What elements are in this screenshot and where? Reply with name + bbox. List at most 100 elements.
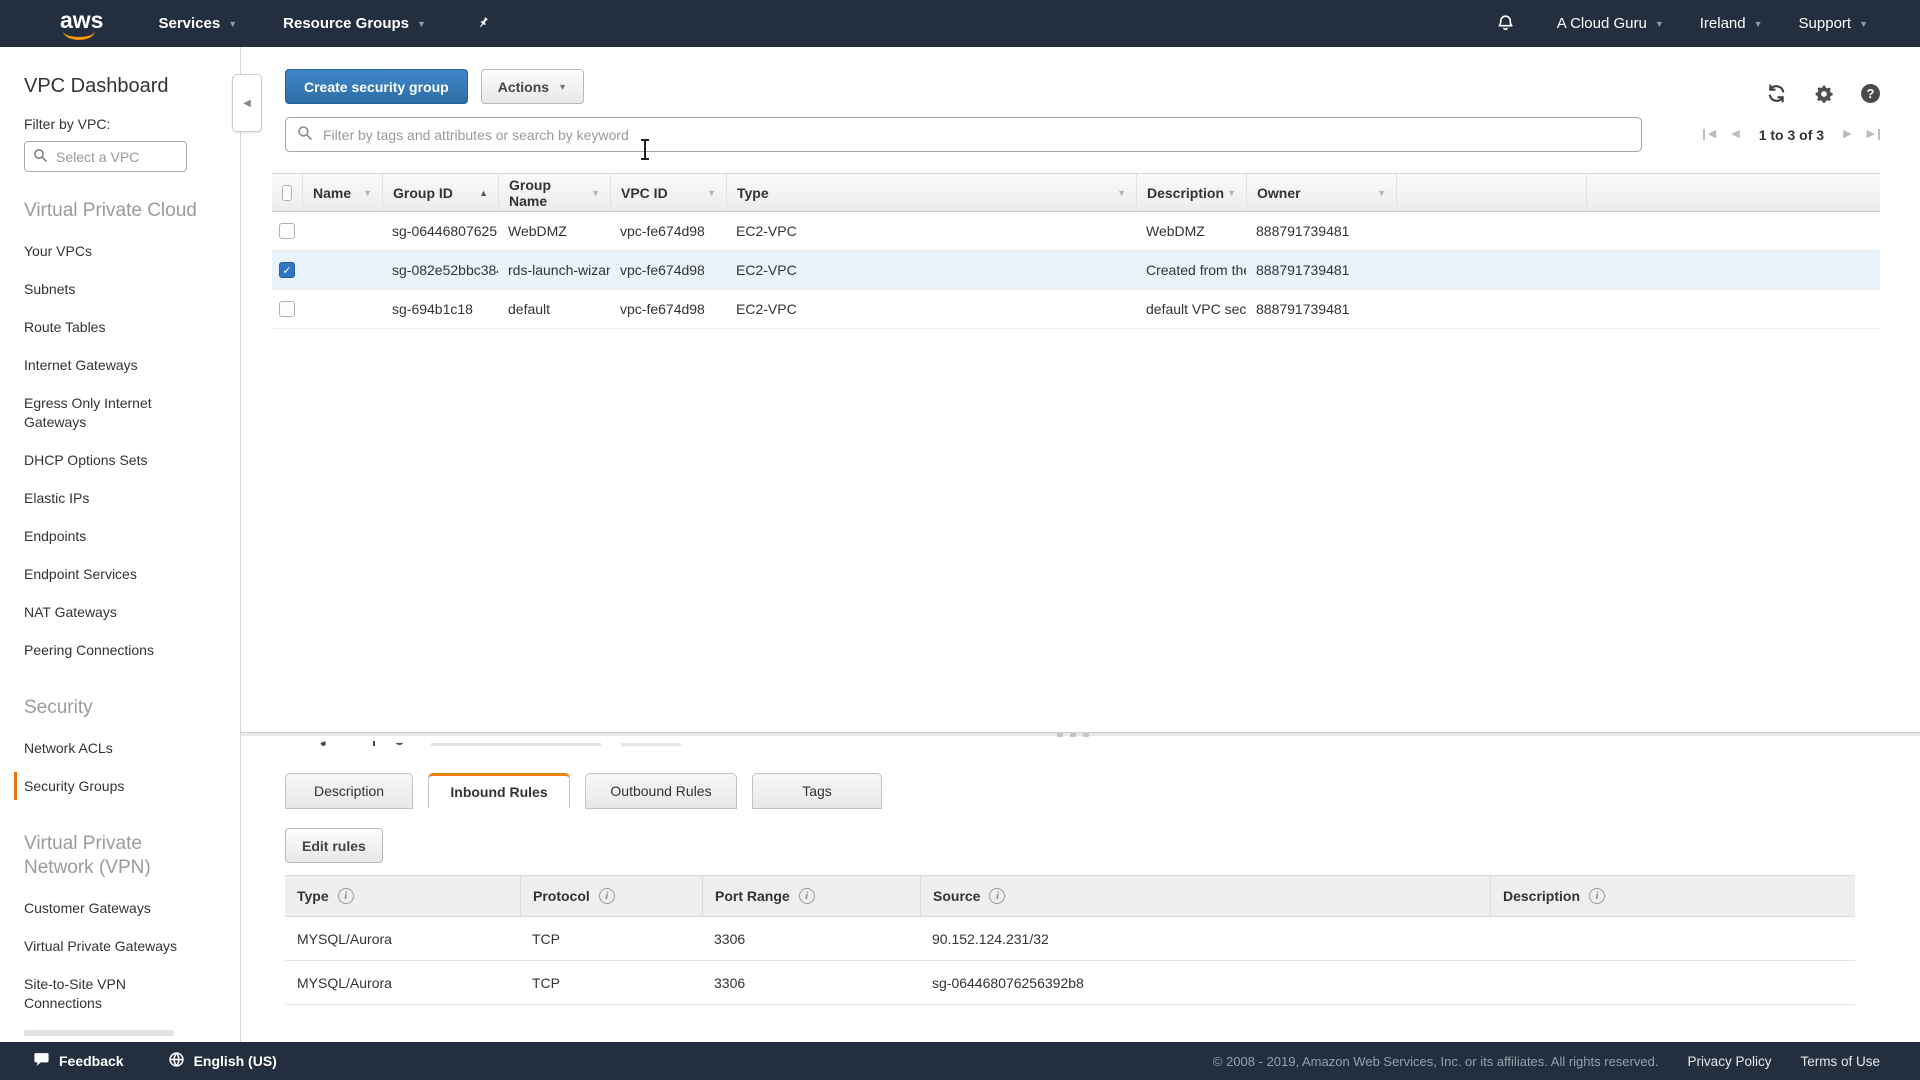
nav-resource-groups[interactable]: Resource Groups▼ — [283, 15, 426, 32]
tab-tags[interactable]: Tags — [752, 773, 882, 809]
row-checkbox[interactable] — [279, 223, 295, 239]
notifications-bell-icon[interactable] — [1496, 12, 1515, 36]
column-header-vpc-id[interactable]: VPC ID▼ — [610, 174, 726, 211]
sidebar-item-nat-gateways[interactable]: NAT Gateways — [24, 593, 199, 631]
rule-row: MYSQL/Aurora TCP 3306 90.152.124.231/32 — [285, 917, 1855, 961]
chevron-left-icon: ◀ — [243, 98, 251, 109]
rule-port-range: 3306 — [702, 975, 920, 991]
row-checkbox[interactable] — [279, 301, 295, 317]
gear-icon[interactable] — [1814, 84, 1834, 104]
info-icon[interactable]: i — [799, 888, 815, 904]
sidebar-item-security-groups[interactable]: Security Groups — [24, 767, 199, 805]
filter-caret-icon: ▼ — [591, 188, 600, 198]
rules-header-port-range: Port Range — [715, 888, 790, 904]
sidebar-item-your-vpcs[interactable]: Your VPCs — [24, 232, 199, 270]
table-row[interactable]: sg-694b1c18 default vpc-fe674d98 EC2-VPC… — [272, 290, 1880, 329]
column-header-description[interactable]: Description▼ — [1136, 174, 1246, 211]
column-header-group-id[interactable]: Group ID▲ — [382, 174, 498, 211]
sidebar-item-network-acls[interactable]: Network ACLs — [24, 729, 199, 767]
clipped-text-remnant — [396, 740, 403, 745]
nav-account-menu[interactable]: A Cloud Guru▼ — [1557, 15, 1664, 32]
sidebar-item-peering-connections[interactable]: Peering Connections — [24, 631, 199, 669]
tab-outbound-rules[interactable]: Outbound Rules — [585, 773, 737, 809]
vpc-filter-box — [24, 141, 187, 172]
last-page-button[interactable]: ▶ — [1867, 129, 1880, 140]
table-row-selected[interactable]: ✓ sg-082e52bbc384... rds-launch-wizard v… — [272, 251, 1880, 290]
prev-page-button[interactable]: ◀ — [1731, 129, 1739, 140]
sidebar-item-elastic-ips[interactable]: Elastic IPs — [24, 479, 199, 517]
tab-inbound-rules[interactable]: Inbound Rules — [428, 773, 570, 809]
rule-row: MYSQL/Aurora TCP 3306 sg-064468076256392… — [285, 961, 1855, 1005]
cell-owner: 888791739481 — [1246, 301, 1396, 317]
privacy-policy-link[interactable]: Privacy Policy — [1687, 1054, 1771, 1069]
sort-asc-icon: ▲ — [479, 188, 488, 198]
nav-region-menu[interactable]: Ireland▼ — [1700, 15, 1763, 32]
info-icon[interactable]: i — [1589, 888, 1605, 904]
info-icon[interactable]: i — [989, 888, 1005, 904]
filter-caret-icon: ▼ — [1117, 188, 1126, 198]
cell-group-name: WebDMZ — [498, 223, 610, 239]
rule-protocol: TCP — [520, 975, 702, 991]
actions-button[interactable]: Actions▼ — [481, 69, 584, 104]
sidebar-item-endpoint-services[interactable]: Endpoint Services — [24, 555, 199, 593]
sidebar-item-virtual-private-gateways[interactable]: Virtual Private Gateways — [24, 927, 199, 965]
filter-bar — [285, 117, 1642, 152]
column-header-type[interactable]: Type▼ — [726, 174, 1136, 211]
rule-protocol: TCP — [520, 931, 702, 947]
sidebar-item-dhcp-options-sets[interactable]: DHCP Options Sets — [24, 441, 199, 479]
top-navbar: aws Services▼ Resource Groups▼ A Cloud G… — [0, 0, 1920, 47]
nav-services[interactable]: Services▼ — [158, 15, 237, 32]
text-cursor — [640, 139, 650, 160]
search-icon — [33, 148, 48, 166]
filter-input[interactable] — [321, 126, 1630, 144]
pagination: ◀ ◀ 1 to 3 of 3 ▶ ▶ — [1703, 117, 1880, 152]
cell-type: EC2-VPC — [726, 301, 1136, 317]
refresh-icon[interactable] — [1766, 83, 1787, 104]
sidebar-item-internet-gateways[interactable]: Internet Gateways — [24, 346, 199, 384]
column-header-name[interactable]: Name▼ — [302, 174, 382, 211]
next-page-button[interactable]: ▶ — [1843, 129, 1851, 140]
vpc-filter-input[interactable] — [54, 148, 178, 166]
sidebar-collapse-button[interactable]: ◀ — [232, 74, 262, 132]
clipped-text-remnant — [373, 741, 375, 746]
sidebar-item-site-to-site-vpn-connections[interactable]: Site-to-Site VPN Connections — [24, 965, 199, 1022]
table-controls: ? — [1766, 83, 1880, 104]
chevron-down-icon: ▼ — [1754, 19, 1763, 29]
help-icon[interactable]: ? — [1861, 84, 1880, 103]
sidebar-item-egress-only-internet-gateways[interactable]: Egress Only Internet Gateways — [24, 384, 199, 441]
rules-header-source: Source — [933, 888, 980, 904]
info-icon[interactable]: i — [338, 888, 354, 904]
select-all-checkbox[interactable] — [282, 185, 292, 201]
create-security-group-button[interactable]: Create security group — [285, 69, 468, 104]
language-selector[interactable]: English (US) — [168, 1051, 277, 1071]
rule-source: 90.152.124.231/32 — [920, 931, 1490, 947]
cell-description: default VPC securi... — [1136, 301, 1246, 317]
info-icon[interactable]: i — [599, 888, 615, 904]
filter-caret-icon: ▼ — [1227, 188, 1236, 198]
sidebar-item-route-tables[interactable]: Route Tables — [24, 308, 199, 346]
edit-rules-button[interactable]: Edit rules — [285, 828, 383, 863]
first-page-button[interactable]: ◀ — [1703, 129, 1716, 140]
filter-caret-icon: ▼ — [1377, 188, 1386, 198]
column-header-owner[interactable]: Owner▼ — [1246, 174, 1396, 211]
rule-type: MYSQL/Aurora — [285, 931, 520, 947]
section-header-vpn: Virtual Private Network (VPN) — [24, 832, 209, 880]
nav-support-menu[interactable]: Support▼ — [1799, 15, 1868, 32]
sidebar-item-endpoints[interactable]: Endpoints — [24, 517, 199, 555]
tab-description[interactable]: Description — [285, 773, 413, 809]
cell-owner: 888791739481 — [1246, 262, 1396, 278]
sidebar-item-customer-gateways[interactable]: Customer Gateways — [24, 889, 199, 927]
rules-header-type: Type — [297, 888, 329, 904]
feedback-button[interactable]: Feedback — [33, 1051, 124, 1071]
clipped-text-remnant — [621, 743, 681, 746]
search-icon — [297, 125, 313, 144]
cell-type: EC2-VPC — [726, 262, 1136, 278]
sidebar-item-subnets[interactable]: Subnets — [24, 270, 199, 308]
terms-of-use-link[interactable]: Terms of Use — [1800, 1054, 1880, 1069]
column-header-group-name[interactable]: Group Name▼ — [498, 174, 610, 211]
table-row[interactable]: sg-064468076256... WebDMZ vpc-fe674d98 E… — [272, 212, 1880, 251]
row-checkbox-checked[interactable]: ✓ — [279, 262, 295, 278]
globe-icon — [168, 1051, 185, 1071]
pin-icon[interactable] — [471, 12, 493, 36]
aws-logo[interactable]: aws — [60, 9, 103, 38]
